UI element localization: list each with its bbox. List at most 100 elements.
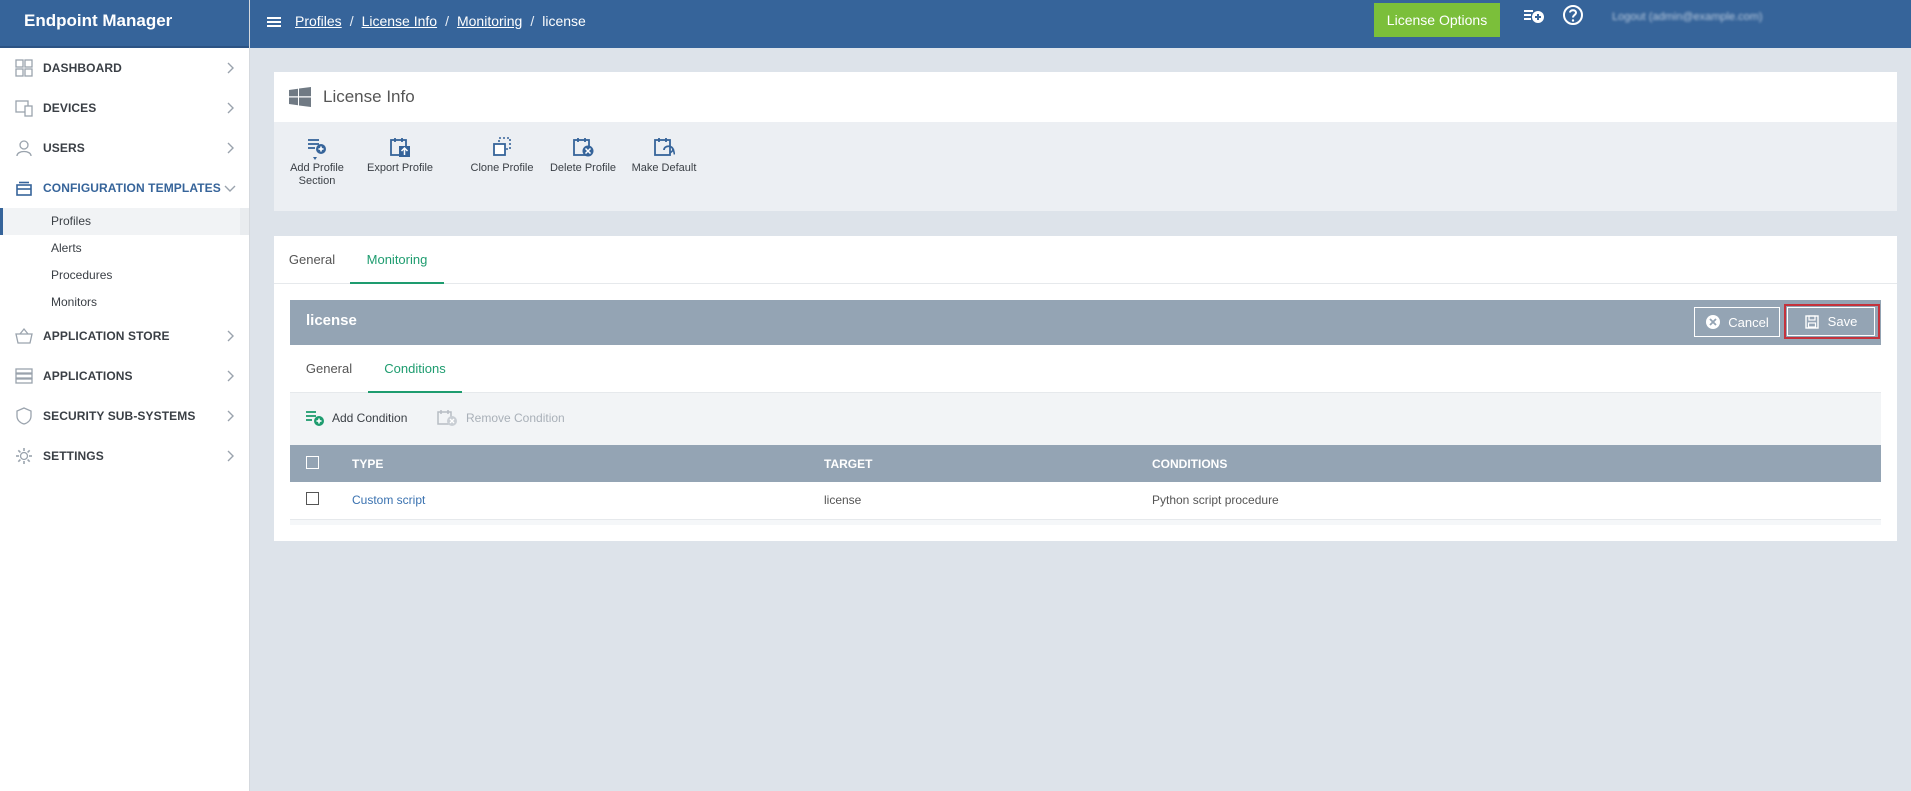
monitor-panel-header: license Cancel Save — [290, 300, 1881, 345]
make-default-label: Make Default — [631, 162, 697, 174]
delete-icon — [573, 138, 594, 157]
export-icon — [390, 138, 410, 157]
row-select-cell — [290, 482, 352, 519]
conditions-toolbar: Add Condition Remove Condition — [290, 393, 1881, 445]
chevron-right-icon — [227, 370, 234, 382]
sidebar-subitem-procedures[interactable]: Procedures — [0, 262, 249, 289]
sidebar-item-dashboard[interactable]: DASHBOARD — [0, 48, 249, 88]
add-condition-icon — [306, 411, 324, 426]
shield-icon — [14, 406, 34, 426]
select-all-checkbox[interactable] — [306, 455, 319, 469]
make-default-button[interactable]: Make Default — [629, 122, 699, 175]
remove-condition-icon — [437, 410, 457, 426]
chevron-right-icon — [227, 142, 234, 154]
type-cell: Custom script — [352, 482, 824, 519]
target-cell: license — [824, 493, 862, 508]
breadcrumb-separator: / — [445, 13, 449, 29]
remove-condition-button[interactable]: Remove Condition — [437, 409, 565, 427]
clone-profile-label: Clone Profile — [470, 162, 534, 174]
sidebar: Endpoint Manager DASHBOARD DEVICES USERS — [0, 0, 250, 791]
user-icon — [14, 138, 34, 158]
table-row[interactable]: Custom script license Python script proc… — [290, 482, 1881, 519]
chevron-down-icon — [224, 185, 236, 192]
sidebar-item-applications[interactable]: APPLICATIONS — [0, 356, 249, 396]
sidebar-item-settings[interactable]: SETTINGS — [0, 436, 249, 476]
sidebar-item-label: CONFIGURATION TEMPLATES — [43, 181, 221, 195]
profile-card: License Info Add Profile Section Export … — [274, 72, 1897, 211]
add-condition-button[interactable]: Add Condition — [305, 409, 407, 427]
type-link[interactable]: Custom script — [352, 493, 425, 507]
save-highlight: Save — [1784, 304, 1880, 339]
conditions-table: TYPE TARGET CONDITIONS Custom script lic… — [290, 445, 1881, 520]
add-profile-section-button[interactable]: Add Profile Section — [290, 122, 344, 188]
devices-icon — [14, 98, 34, 118]
breadcrumb-current: license — [542, 13, 586, 29]
sidebar-item-label: APPLICATIONS — [43, 369, 133, 383]
license-options-button[interactable]: License Options — [1374, 3, 1500, 37]
column-target[interactable]: TARGET — [824, 445, 1152, 482]
sidebar-item-security-sub-systems[interactable]: SECURITY SUB-SYSTEMS — [0, 396, 249, 436]
make-default-icon — [654, 138, 675, 156]
clone-icon — [493, 137, 511, 156]
cancel-button[interactable]: Cancel — [1694, 307, 1780, 337]
monitor-title: license — [306, 312, 357, 329]
sidebar-item-label: DEVICES — [43, 101, 97, 115]
topbar: Profiles / License Info / Monitoring / l… — [250, 0, 1911, 48]
profile-tabs-card: General Monitoring license Cancel Save G… — [274, 236, 1897, 541]
delete-profile-button[interactable]: Delete Profile — [548, 122, 618, 175]
sidebar-item-label: SETTINGS — [43, 449, 104, 463]
sidebar-subnav-wrap: Profiles Alerts Procedures Monitors — [0, 208, 249, 316]
gear-icon — [14, 446, 34, 466]
close-circle-icon — [1706, 315, 1721, 329]
add-task-icon[interactable] — [1522, 4, 1546, 28]
tab-general[interactable]: General — [274, 236, 350, 284]
chevron-right-icon — [227, 450, 234, 462]
subtab-conditions[interactable]: Conditions — [368, 345, 462, 393]
help-icon[interactable] — [1561, 4, 1585, 28]
save-button[interactable]: Save — [1787, 307, 1875, 336]
brand-title[interactable]: Endpoint Manager — [0, 0, 249, 48]
sidebar-subitem-monitors[interactable]: Monitors — [0, 289, 249, 316]
chevron-right-icon — [227, 330, 234, 342]
sidebar-item-application-store[interactable]: APPLICATION STORE — [0, 316, 249, 356]
breadcrumb-separator: / — [349, 13, 354, 29]
add-profile-section-label: Add Profile Section — [290, 162, 344, 187]
clone-profile-button[interactable]: Clone Profile — [469, 122, 535, 175]
remove-condition-label: Remove Condition — [466, 411, 565, 425]
save-floppy-icon — [1804, 314, 1819, 329]
sidebar-subnav: Profiles Alerts Procedures Monitors — [0, 208, 249, 316]
hamburger-menu-icon[interactable] — [267, 16, 281, 28]
sidebar-subitem-alerts[interactable]: Alerts — [0, 235, 249, 262]
chevron-right-icon — [227, 102, 234, 114]
sidebar-subitem-profiles[interactable]: Profiles — [0, 208, 249, 235]
table-header-row: TYPE TARGET CONDITIONS — [290, 445, 1881, 482]
applications-icon — [14, 366, 34, 386]
logout-link[interactable]: Logout (admin@example.com) — [1612, 11, 1763, 23]
sidebar-item-configuration-templates[interactable]: CONFIGURATION TEMPLATES — [0, 168, 249, 208]
add-section-icon — [308, 139, 326, 160]
monitor-subtabs: General Conditions — [290, 345, 1881, 393]
row-checkbox[interactable] — [306, 492, 319, 506]
breadcrumb: Profiles / License Info / Monitoring / l… — [295, 13, 586, 29]
breadcrumb-monitoring[interactable]: Monitoring — [457, 13, 522, 29]
sidebar-item-devices[interactable]: DEVICES — [0, 88, 249, 128]
page-title: License Info — [323, 87, 415, 106]
select-all-cell — [290, 445, 352, 482]
tab-monitoring[interactable]: Monitoring — [350, 236, 444, 284]
sidebar-item-label: DASHBOARD — [43, 61, 122, 75]
column-conditions[interactable]: CONDITIONS — [1152, 445, 1881, 482]
sidebar-item-label: SECURITY SUB-SYSTEMS — [43, 409, 196, 423]
sidebar-item-label: APPLICATION STORE — [43, 329, 170, 343]
dashboard-icon — [14, 58, 34, 78]
add-condition-label: Add Condition — [332, 411, 408, 425]
export-profile-button[interactable]: Export Profile — [365, 122, 435, 175]
monitor-panel: license Cancel Save General Conditions A… — [290, 300, 1881, 525]
sidebar-item-users[interactable]: USERS — [0, 128, 249, 168]
store-basket-icon — [14, 326, 34, 346]
profile-tabs: General Monitoring — [274, 236, 1897, 284]
subtab-general[interactable]: General — [290, 345, 368, 393]
breadcrumb-separator: / — [530, 13, 535, 29]
breadcrumb-license-info[interactable]: License Info — [362, 13, 438, 29]
breadcrumb-profiles[interactable]: Profiles — [295, 13, 342, 29]
column-type[interactable]: TYPE — [352, 445, 824, 482]
